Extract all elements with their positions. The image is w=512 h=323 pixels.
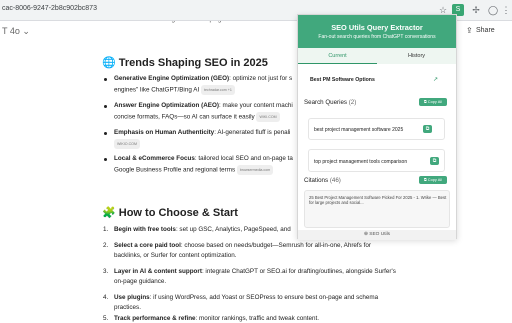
copy-all-citations-button[interactable]: ⧉ Copy All <box>419 176 447 184</box>
step-number: 1. <box>103 226 109 233</box>
external-link-icon[interactable]: ↗ <box>433 76 438 83</box>
share-button[interactable]: Share <box>476 27 495 34</box>
bullet <box>104 132 107 135</box>
trend-item-human-cont: WIKIO.COM <box>114 139 140 149</box>
popup-title: SEO Utils Query Extractor <box>331 23 423 32</box>
copy-icon[interactable]: ⧉ <box>423 125 432 133</box>
menu-more-icon[interactable]: ⋮ <box>500 4 512 16</box>
trend-item-geo: Generative Engine Optimization (GEO): op… <box>114 75 293 82</box>
query-text[interactable]: best project management software 2025 <box>314 127 403 133</box>
tab-history[interactable]: History <box>377 48 456 64</box>
search-queries-label: Search Queries (2) <box>304 99 357 106</box>
bullet <box>104 105 107 108</box>
query-card: best project management software 2025 ⧉ <box>308 118 445 140</box>
trend-item-geo-cont: engines" like ChatGPT/Bing AI techradar.… <box>114 85 235 95</box>
popup-subtitle: Fan-out search queries from ChatGPT conv… <box>318 34 436 40</box>
trend-item-aeo-cont: concise formats, FAQs—so AI can surface … <box>114 112 280 122</box>
section-heading-trends: 🌐 Trends Shaping SEO in 2025 <box>102 57 268 69</box>
tab-current[interactable]: Current <box>298 48 377 64</box>
trend-item-local: Local & eCommerce Focus: tailored local … <box>114 155 293 162</box>
step-2-cont: backlinks, or Surfer for content optimiz… <box>114 252 237 259</box>
step-3-cont: on-page guidance. <box>114 278 167 285</box>
step-4-cont: practices. <box>114 304 141 311</box>
model-selector[interactable]: T 4o ⌄ <box>2 26 30 37</box>
bullet <box>104 78 107 81</box>
step-5: Track performance & refine: monitor rank… <box>114 315 319 322</box>
trend-item-aeo: Answer Engine Optimization (AEO): make y… <box>114 102 293 109</box>
step-number: 2. <box>103 242 109 249</box>
extension-popup: SEO Utils Query Extractor Fan-out search… <box>297 14 457 240</box>
citations-label: Citations (46) <box>304 177 341 184</box>
trend-item-human: Emphasis on Human Authenticity: AI-gener… <box>114 129 291 136</box>
step-4: Use plugins: if using WordPress, add Yoa… <box>114 294 379 301</box>
trend-item-local-cont: Google Business Profile and regional ter… <box>114 165 274 175</box>
extensions-puzzle-icon[interactable]: ✢ <box>470 4 482 16</box>
section-heading-choose: 🧩 How to Choose & Start <box>102 207 238 219</box>
profile-icon[interactable]: ◯ <box>487 4 499 16</box>
address-bar[interactable]: cac-8006-9247-2b8c902bc873 <box>2 5 97 12</box>
source-badge[interactable]: browsermedia.com <box>236 165 274 175</box>
share-icon[interactable]: ⇪ <box>466 26 473 35</box>
query-card: top project management tools comparison … <box>308 149 445 172</box>
popup-tabs: Current History <box>298 48 456 64</box>
conversation-title: Best PM Software Options <box>310 77 375 83</box>
citation-card[interactable]: 25 Best Project Management Software Pick… <box>304 190 450 228</box>
copy-icon: ⧉ <box>423 177 427 182</box>
source-badge[interactable]: WIKIO.COM <box>114 139 140 149</box>
step-1: Begin with free tools: set up GSC, Analy… <box>114 226 291 233</box>
globe-icon: ⊕ <box>363 232 368 237</box>
popup-header: SEO Utils Query Extractor Fan-out search… <box>298 15 456 48</box>
citation-text: 25 Best Project Management Software Pick… <box>309 195 447 206</box>
source-badge[interactable]: WIKI.COM <box>256 112 280 122</box>
query-text[interactable]: top project management tools comparison <box>314 159 407 165</box>
copy-icon[interactable]: ⧉ <box>430 157 439 165</box>
step-3: Layer in AI & content support: integrate… <box>114 268 396 275</box>
copy-icon: ⧉ <box>423 99 427 104</box>
copy-all-queries-button[interactable]: ⧉ Copy All <box>419 98 447 106</box>
step-number: 4. <box>103 294 109 301</box>
source-badge[interactable]: techradar.com +1 <box>200 85 235 95</box>
step-number: 3. <box>103 268 109 275</box>
step-2: Select a core paid tool: choose based on… <box>114 242 371 249</box>
step-number: 5. <box>103 315 109 322</box>
popup-footer: ⊕ SEO Utils <box>298 230 456 240</box>
bullet <box>104 158 107 161</box>
